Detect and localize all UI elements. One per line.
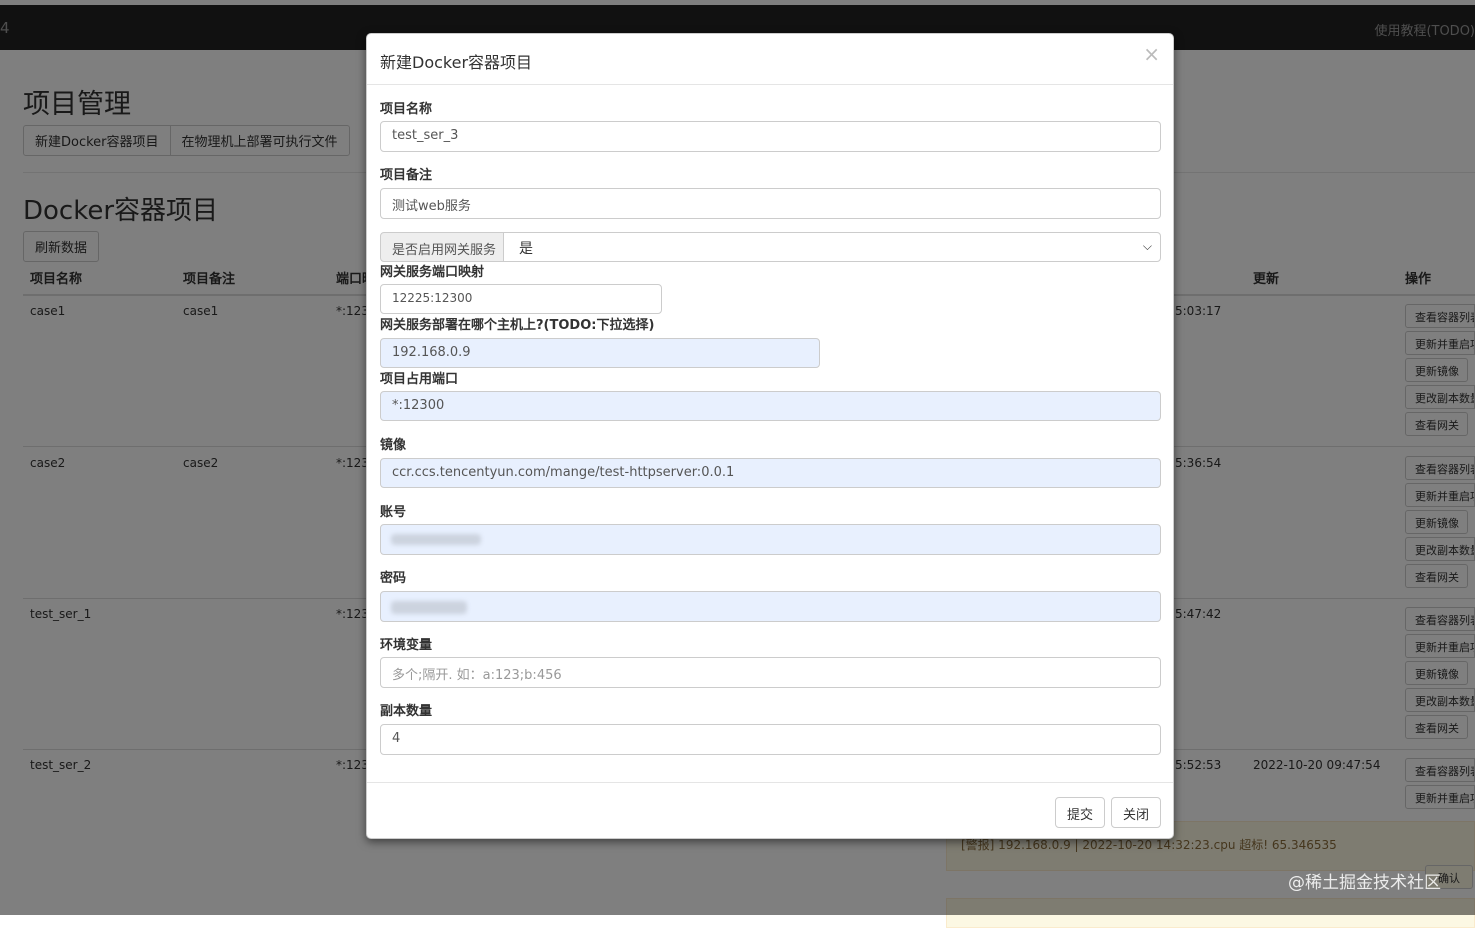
masked-password-value xyxy=(391,601,467,614)
env-vars-label: 环境变量 xyxy=(380,638,433,653)
replicas-input[interactable]: 4 xyxy=(380,724,1161,755)
close-icon[interactable]: × xyxy=(1143,44,1160,64)
password-input[interactable] xyxy=(380,591,1161,622)
account-label: 账号 xyxy=(380,505,407,520)
project-note-input[interactable]: 测试web服务 xyxy=(380,188,1161,219)
env-vars-input[interactable]: 多个;隔开. 如：a:123;b:456 xyxy=(380,657,1161,688)
project-port-input[interactable]: *:12300 xyxy=(380,391,1161,421)
replicas-label: 副本数量 xyxy=(380,704,433,719)
blurred-account-value xyxy=(391,534,481,545)
close-button[interactable]: 关闭 xyxy=(1111,797,1162,828)
modal-header: 新建Docker容器项目 × xyxy=(367,34,1173,85)
image-input[interactable]: ccr.ccs.tencentyun.com/mange/test-httpse… xyxy=(380,458,1161,488)
gateway-enable-addon: 是否启用网关服务 xyxy=(380,232,504,262)
project-port-label: 项目占用端口 xyxy=(380,372,459,387)
image-label: 镜像 xyxy=(380,438,407,453)
new-docker-project-modal: 新建Docker容器项目 × 项目名称 test_ser_3 项目备注 测试we… xyxy=(366,33,1174,839)
gateway-enable-select[interactable]: 是 ⌵ xyxy=(503,232,1161,262)
gateway-host-input[interactable]: 192.168.0.9 xyxy=(380,338,820,368)
password-label: 密码 xyxy=(380,571,407,586)
gateway-port-label: 网关服务端口映射 xyxy=(380,265,485,280)
project-name-label: 项目名称 xyxy=(380,102,433,117)
project-name-input[interactable]: test_ser_3 xyxy=(380,121,1161,152)
gateway-enable-value: 是 xyxy=(519,241,533,257)
gateway-port-input[interactable]: 12225:12300 xyxy=(380,284,662,314)
chevron-down-icon: ⌵ xyxy=(1142,239,1152,253)
account-input[interactable] xyxy=(380,524,1161,555)
modal-footer: 提交 关闭 xyxy=(367,782,1173,838)
submit-button[interactable]: 提交 xyxy=(1055,797,1106,828)
watermark: @稀土掘金技术社区 xyxy=(1288,873,1441,893)
project-note-label: 项目备注 xyxy=(380,168,433,183)
modal-title: 新建Docker容器项目 xyxy=(380,53,533,72)
gateway-host-label: 网关服务部署在哪个主机上?(TODO:下拉选择) xyxy=(380,318,655,333)
